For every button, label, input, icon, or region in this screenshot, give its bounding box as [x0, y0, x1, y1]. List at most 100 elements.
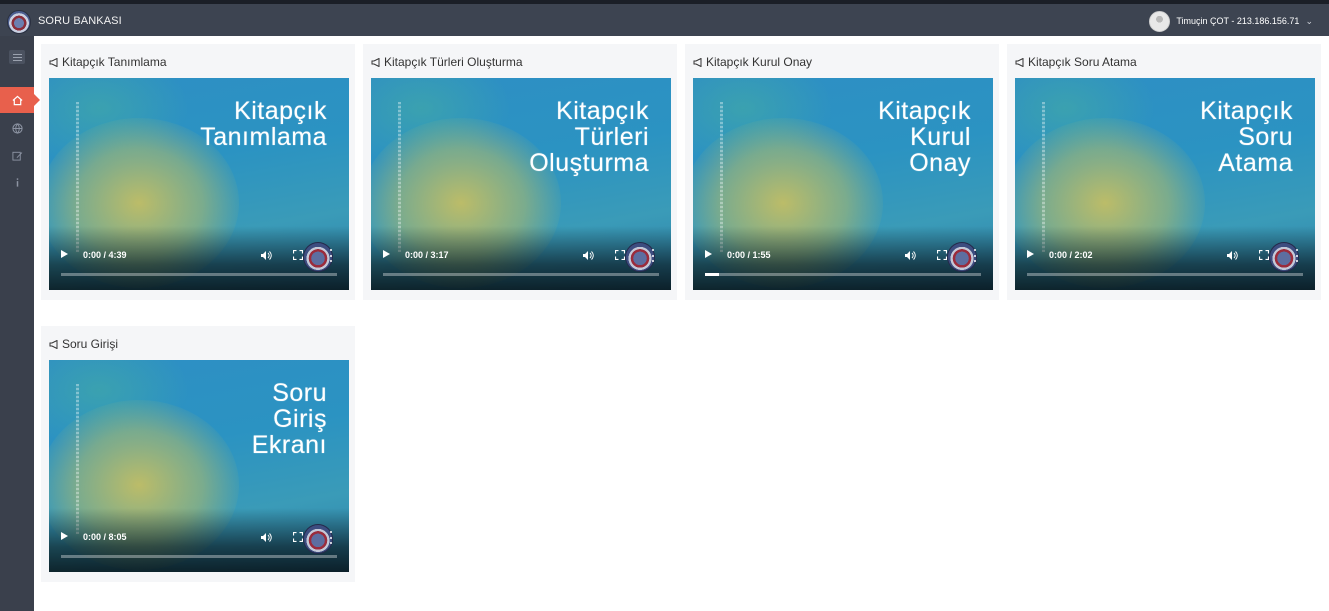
fullscreen-icon[interactable]	[293, 532, 303, 542]
sidebar-item-globe[interactable]	[0, 115, 34, 141]
seal-watermark	[625, 242, 655, 272]
volume-icon[interactable]	[1226, 250, 1238, 261]
overlay-line: Giriş	[273, 405, 327, 433]
volume-icon[interactable]	[582, 250, 594, 261]
info-icon	[16, 177, 18, 187]
play-icon[interactable]	[383, 250, 390, 258]
video-player[interactable]: Kitapçık Soru Atama 0:00 / 2:02	[1015, 78, 1315, 290]
megaphone-icon	[1015, 57, 1024, 67]
overlay-line: Onay	[909, 149, 971, 177]
card-title-text: Kitapçık Soru Atama	[1028, 55, 1137, 69]
play-icon[interactable]	[1027, 250, 1034, 258]
video-card: Kitapçık Tanımlama Kitapçık Tanımlama 0:…	[41, 44, 355, 300]
card-title: Soru Girişi	[49, 337, 118, 351]
fullscreen-icon[interactable]	[615, 250, 625, 260]
seal-watermark	[1269, 242, 1299, 272]
megaphone-icon	[371, 57, 380, 67]
video-progress[interactable]	[61, 555, 337, 558]
user-menu[interactable]: Timuçin ÇOT - 213.186.156.71 ⌄	[1149, 10, 1313, 32]
video-player[interactable]: Kitapçık Kurul Onay 0:00 / 1:55	[693, 78, 993, 290]
app-title: SORU BANKASI	[38, 15, 122, 27]
megaphone-icon	[49, 339, 58, 349]
overlay-line: Kitapçık	[556, 97, 649, 125]
video-time: 0:00 / 3:17	[405, 250, 449, 260]
more-options-icon[interactable]	[330, 531, 333, 544]
menu-toggle-button[interactable]	[0, 44, 34, 70]
user-label: Timuçin ÇOT - 213.186.156.71	[1176, 16, 1300, 26]
university-logo	[7, 10, 31, 34]
home-icon	[12, 95, 22, 105]
sidebar-item-info[interactable]	[0, 169, 34, 195]
video-time: 0:00 / 2:02	[1049, 250, 1093, 260]
video-card: Kitapçık Soru Atama Kitapçık Soru Atama …	[1007, 44, 1321, 300]
video-time: 0:00 / 1:55	[727, 250, 771, 260]
video-controls: 0:00 / 8:05	[49, 524, 349, 554]
volume-icon[interactable]	[904, 250, 916, 261]
card-title-text: Kitapçık Türleri Oluşturma	[384, 55, 523, 69]
sidebar	[0, 36, 40, 611]
sidebar-item-edit[interactable]	[0, 142, 34, 168]
overlay-line: Kurul	[910, 123, 971, 151]
video-overlay-title: Kitapçık Soru Atama	[1200, 98, 1293, 176]
play-icon[interactable]	[61, 532, 68, 540]
card-title: Kitapçık Tanımlama	[49, 55, 167, 69]
card-title-text: Soru Girişi	[62, 337, 119, 351]
more-options-icon[interactable]	[652, 249, 655, 262]
overlay-line: Kitapçık	[878, 97, 971, 125]
fullscreen-icon[interactable]	[937, 250, 947, 260]
video-overlay-title: Kitapçık Tanımlama	[200, 98, 327, 150]
overlay-line: Soru	[1238, 123, 1293, 151]
video-controls: 0:00 / 3:17	[371, 242, 671, 272]
edit-icon	[11, 151, 22, 161]
more-options-icon[interactable]	[974, 249, 977, 262]
video-progress[interactable]	[1027, 273, 1303, 276]
overlay-line: Ekranı	[251, 431, 327, 459]
video-progress[interactable]	[61, 273, 337, 276]
avatar	[1149, 10, 1171, 32]
video-player[interactable]: Kitapçık Tanımlama 0:00 / 4:39	[49, 78, 349, 290]
video-time: 0:00 / 4:39	[83, 250, 127, 260]
megaphone-icon	[693, 57, 702, 67]
video-time: 0:00 / 8:05	[83, 532, 127, 542]
overlay-line: Tanımlama	[200, 123, 327, 151]
video-progress[interactable]	[383, 273, 659, 276]
seal-watermark	[303, 524, 333, 554]
card-title: Kitapçık Türleri Oluşturma	[371, 55, 523, 69]
play-icon[interactable]	[705, 250, 712, 258]
card-title-text: Kitapçık Tanımlama	[62, 55, 167, 69]
card-title: Kitapçık Kurul Onay	[693, 55, 812, 69]
video-overlay-title: Kitapçık Kurul Onay	[878, 98, 971, 176]
more-options-icon[interactable]	[1296, 249, 1299, 262]
overlay-line: Soru	[272, 379, 327, 407]
video-controls: 0:00 / 1:55	[693, 242, 993, 272]
globe-icon	[11, 122, 23, 134]
hamburger-icon	[9, 50, 25, 64]
video-progress[interactable]	[705, 273, 981, 276]
chevron-down-icon: ⌄	[1305, 15, 1313, 26]
video-card: Kitapçık Kurul Onay Kitapçık Kurul Onay …	[685, 44, 999, 300]
top-bar: SORU BANKASI Timuçin ÇOT - 213.186.156.7…	[0, 0, 1329, 36]
fullscreen-icon[interactable]	[1259, 250, 1269, 260]
video-card: Soru Girişi Soru Giriş Ekranı 0:00 / 8:0…	[41, 326, 355, 582]
sidebar-item-home[interactable]	[0, 87, 40, 113]
more-options-icon[interactable]	[330, 249, 333, 262]
volume-icon[interactable]	[260, 250, 272, 261]
video-player[interactable]: Kitapçık Türleri Oluşturma 0:00 / 3:17	[371, 78, 671, 290]
seal-watermark	[947, 242, 977, 272]
video-controls: 0:00 / 2:02	[1015, 242, 1315, 272]
overlay-line: Atama	[1218, 149, 1293, 177]
overlay-line: Türleri	[574, 123, 649, 151]
video-player[interactable]: Soru Giriş Ekranı 0:00 / 8:05	[49, 360, 349, 572]
overlay-line: Kitapçık	[234, 97, 327, 125]
volume-icon[interactable]	[260, 532, 272, 543]
overlay-line: Kitapçık	[1200, 97, 1293, 125]
video-overlay-title: Kitapçık Türleri Oluşturma	[529, 98, 649, 176]
video-controls: 0:00 / 4:39	[49, 242, 349, 272]
video-card: Kitapçık Türleri Oluşturma Kitapçık Türl…	[363, 44, 677, 300]
fullscreen-icon[interactable]	[293, 250, 303, 260]
card-title-text: Kitapçık Kurul Onay	[706, 55, 813, 69]
seal-watermark	[303, 242, 333, 272]
video-overlay-title: Soru Giriş Ekranı	[252, 380, 327, 458]
play-icon[interactable]	[61, 250, 68, 258]
overlay-line: Oluşturma	[529, 149, 649, 177]
